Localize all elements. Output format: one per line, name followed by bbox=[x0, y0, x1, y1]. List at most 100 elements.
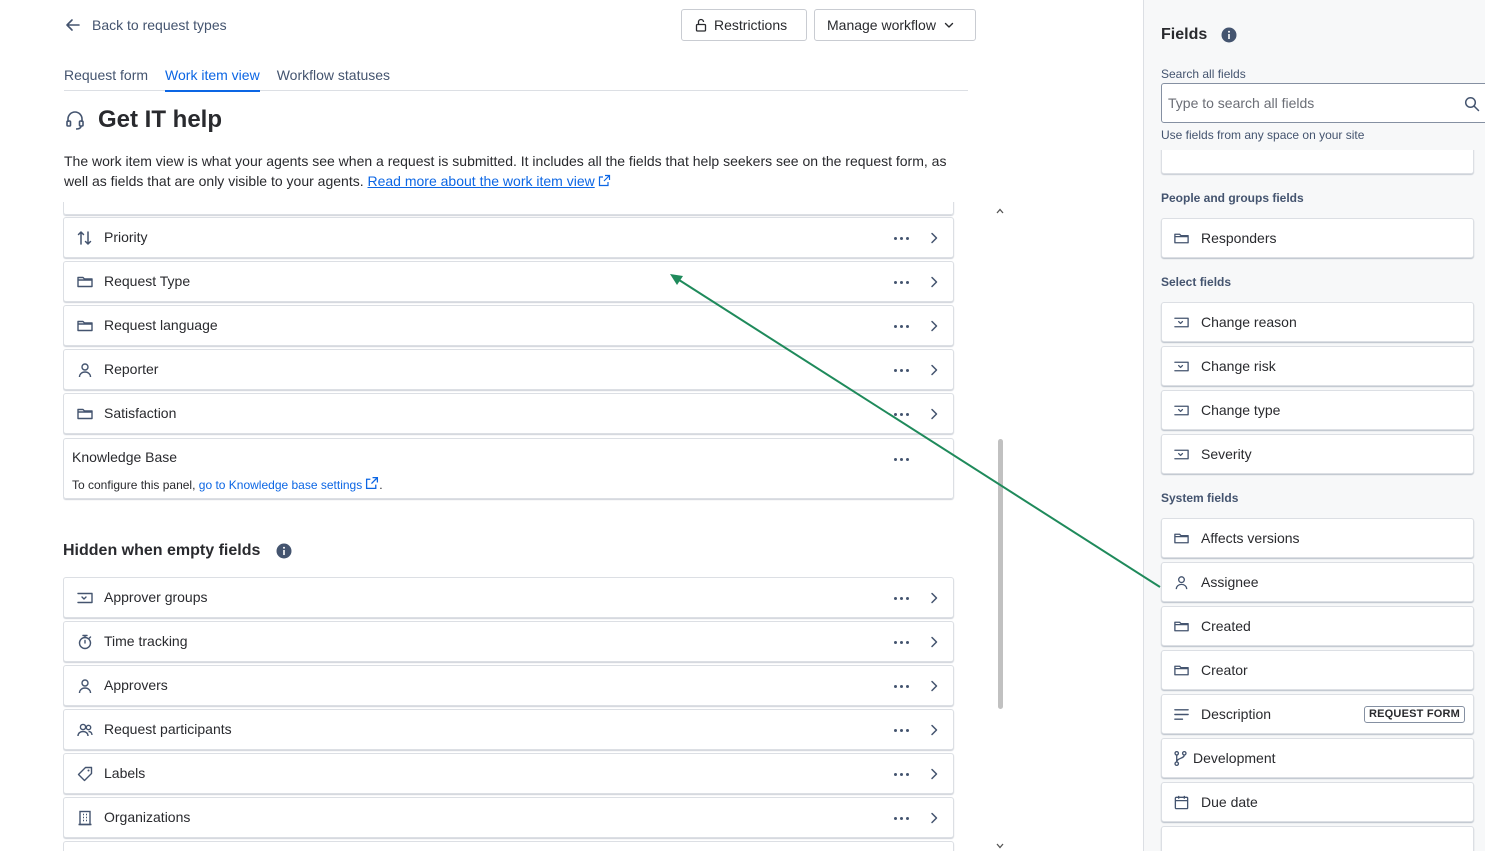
person-icon bbox=[78, 679, 92, 694]
field-row-time-tracking[interactable]: Time tracking bbox=[63, 621, 954, 662]
field-row-satisfaction[interactable]: Satisfaction bbox=[63, 393, 954, 434]
fields-sidebar: Fields Search all fields Use fields from… bbox=[1143, 0, 1485, 851]
external-link-icon bbox=[366, 476, 379, 490]
field-row-labels[interactable]: Labels bbox=[63, 753, 954, 794]
field-card-due-date[interactable]: Due date bbox=[1161, 782, 1474, 822]
more-actions-button[interactable] bbox=[890, 404, 912, 424]
restrictions-label: Restrictions bbox=[714, 17, 788, 33]
search-icon[interactable] bbox=[1464, 96, 1480, 112]
field-card-change-type[interactable]: Change type bbox=[1161, 390, 1474, 430]
chevron-right-icon[interactable] bbox=[926, 362, 942, 378]
chevron-right-icon[interactable] bbox=[926, 318, 942, 334]
tab-request-form[interactable]: Request form bbox=[64, 62, 148, 91]
sidebar-header: Fields bbox=[1161, 26, 1237, 44]
chevron-right-icon[interactable] bbox=[926, 634, 942, 650]
more-actions-button[interactable] bbox=[890, 632, 912, 652]
field-label: Request Type bbox=[104, 273, 191, 289]
chevron-right-icon[interactable] bbox=[926, 678, 942, 694]
scrollbar-thumb[interactable] bbox=[998, 439, 1003, 709]
chevron-right-icon[interactable] bbox=[926, 590, 942, 606]
field-card-severity[interactable]: Severity bbox=[1161, 434, 1474, 474]
fields-scroll-area[interactable]: Priority Request Type Request language R… bbox=[63, 202, 955, 851]
more-actions-button[interactable] bbox=[890, 316, 912, 336]
field-card-description[interactable]: Description REQUEST FORM bbox=[1161, 694, 1474, 734]
back-to-request-types-link[interactable]: Back to request types bbox=[64, 15, 227, 35]
chevron-down-icon bbox=[944, 22, 954, 28]
field-row-organizations[interactable]: Organizations bbox=[63, 797, 954, 838]
select-list-icon bbox=[1174, 361, 1189, 372]
field-row-approver-groups[interactable]: Approver groups bbox=[63, 577, 954, 618]
branch-icon bbox=[1174, 750, 1187, 767]
chevron-right-icon[interactable] bbox=[926, 230, 942, 246]
tag-icon bbox=[77, 766, 93, 782]
field-row-priority[interactable]: Priority bbox=[63, 217, 954, 258]
info-icon[interactable] bbox=[276, 543, 292, 559]
manage-workflow-button[interactable]: Manage workflow bbox=[814, 9, 976, 41]
select-list-icon bbox=[1174, 317, 1189, 328]
scroll-down-arrow-icon[interactable] bbox=[996, 842, 1004, 850]
more-actions-button[interactable] bbox=[890, 676, 912, 696]
request-form-badge: REQUEST FORM bbox=[1363, 706, 1465, 723]
sidebar-fields-list[interactable]: People and groups fields Responders Sele… bbox=[1144, 150, 1485, 851]
read-more-link[interactable]: Read more about the work item view bbox=[368, 173, 595, 189]
field-card-creator[interactable]: Creator bbox=[1161, 650, 1474, 690]
person-icon bbox=[1175, 576, 1188, 590]
folder-icon bbox=[77, 408, 93, 420]
field-card-development[interactable]: Development bbox=[1161, 738, 1474, 778]
main-panel: Back to request types Restrictions Manag… bbox=[0, 0, 1143, 851]
knowledge-base-title: Knowledge Base bbox=[72, 449, 178, 465]
field-label: Satisfaction bbox=[104, 405, 177, 421]
priority-arrows-icon bbox=[77, 231, 92, 245]
field-card-label: Affects versions bbox=[1201, 530, 1300, 546]
more-actions-button[interactable] bbox=[890, 720, 912, 740]
field-card-responders[interactable]: Responders bbox=[1161, 218, 1474, 258]
more-actions-button[interactable] bbox=[890, 272, 912, 292]
more-actions-button[interactable] bbox=[890, 449, 912, 469]
chevron-right-icon[interactable] bbox=[926, 406, 942, 422]
restrictions-button[interactable]: Restrictions bbox=[681, 9, 807, 41]
knowledge-base-settings-link[interactable]: go to Knowledge base settings bbox=[199, 476, 379, 492]
field-card-label: Development bbox=[1193, 750, 1276, 766]
chevron-right-icon[interactable] bbox=[926, 766, 942, 782]
field-row-request-participants[interactable]: Request participants bbox=[63, 709, 954, 750]
field-card-label: Created bbox=[1201, 618, 1251, 634]
field-row-approvers[interactable]: Approvers bbox=[63, 665, 954, 706]
manage-workflow-label: Manage workflow bbox=[827, 17, 936, 33]
info-icon[interactable] bbox=[1221, 27, 1237, 43]
scroll-up-arrow-icon[interactable] bbox=[996, 207, 1004, 215]
field-card-label: Responders bbox=[1201, 230, 1277, 246]
vertical-scrollbar[interactable] bbox=[994, 203, 1006, 851]
field-card-change-risk[interactable]: Change risk bbox=[1161, 346, 1474, 386]
field-label: Approver groups bbox=[104, 589, 208, 605]
field-card-label: Change risk bbox=[1201, 358, 1276, 374]
field-row-request-type[interactable]: Request Type bbox=[63, 261, 954, 302]
chevron-right-icon[interactable] bbox=[926, 274, 942, 290]
folder-icon bbox=[1174, 533, 1189, 544]
field-card-created[interactable]: Created bbox=[1161, 606, 1474, 646]
group-label-system-fields: System fields bbox=[1161, 491, 1239, 505]
text-lines-icon bbox=[1174, 709, 1189, 720]
more-actions-button[interactable] bbox=[890, 588, 912, 608]
chevron-right-icon[interactable] bbox=[926, 722, 942, 738]
field-card-assignee[interactable]: Assignee bbox=[1161, 562, 1474, 602]
partially-hidden-field-card bbox=[1161, 150, 1474, 174]
more-actions-button[interactable] bbox=[890, 764, 912, 784]
field-row-reporter[interactable]: Reporter bbox=[63, 349, 954, 390]
field-card-change-reason[interactable]: Change reason bbox=[1161, 302, 1474, 342]
select-list-icon bbox=[77, 592, 93, 604]
field-row-request-language[interactable]: Request language bbox=[63, 305, 954, 346]
more-actions-button[interactable] bbox=[890, 808, 912, 828]
more-actions-button[interactable] bbox=[890, 228, 912, 248]
chevron-right-icon[interactable] bbox=[926, 810, 942, 826]
more-actions-button[interactable] bbox=[890, 360, 912, 380]
search-input[interactable] bbox=[1168, 93, 1448, 113]
tab-work-item-view[interactable]: Work item view bbox=[165, 62, 260, 92]
field-card-affects-versions[interactable]: Affects versions bbox=[1161, 518, 1474, 558]
tab-workflow-statuses[interactable]: Workflow statuses bbox=[277, 62, 390, 91]
field-card-label: Due date bbox=[1201, 794, 1258, 810]
building-icon bbox=[78, 810, 92, 826]
search-field[interactable] bbox=[1161, 83, 1485, 123]
hidden-fields-title: Hidden when empty fields bbox=[63, 542, 261, 559]
page-header: Get IT help bbox=[64, 106, 222, 134]
field-card-label: Assignee bbox=[1201, 574, 1259, 590]
